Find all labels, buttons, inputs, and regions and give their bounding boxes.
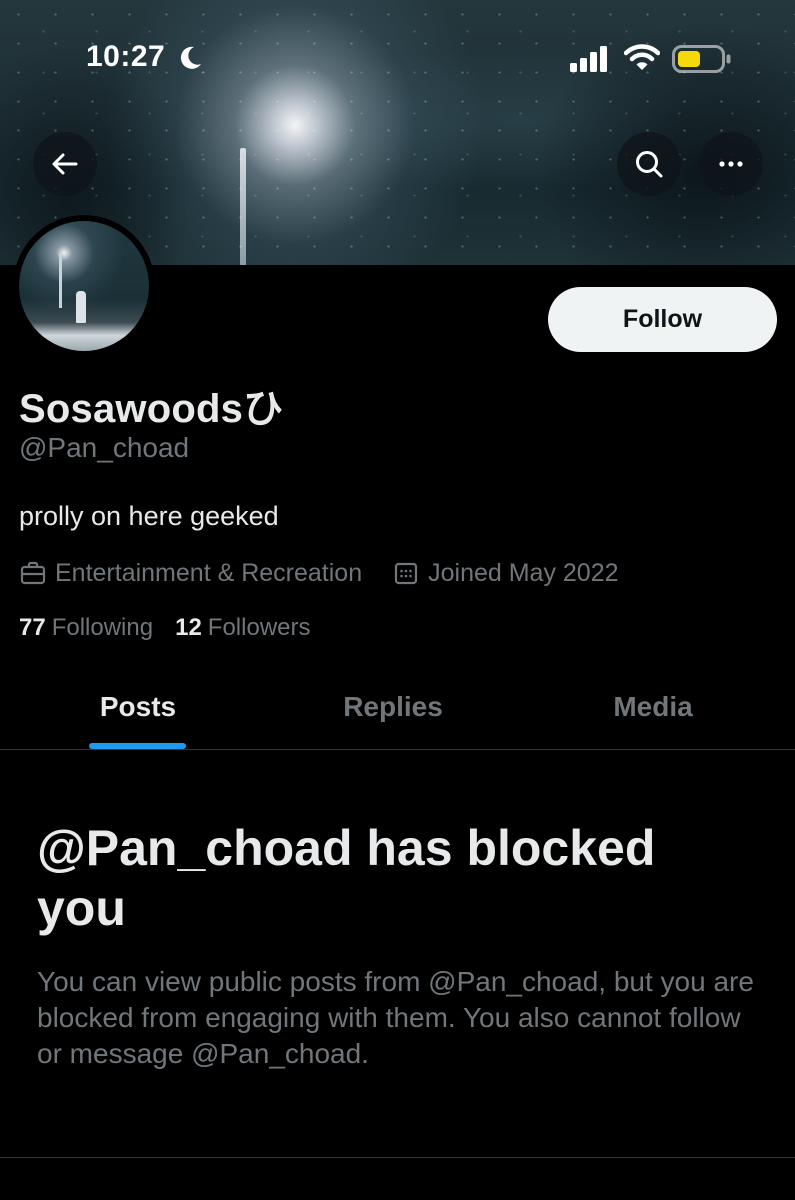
arrow-left-icon	[52, 153, 78, 175]
more-horizontal-icon	[719, 161, 743, 167]
follow-counts: 77 Following 12 Followers	[19, 614, 311, 642]
tab-posts[interactable]: Posts	[60, 664, 216, 749]
moon-icon	[180, 46, 201, 69]
avatar-lamp-post	[59, 253, 62, 308]
blocked-description: You can view public posts from @Pan_choa…	[37, 966, 754, 1069]
followers-link[interactable]: 12 Followers	[175, 614, 310, 642]
status-time: 10:27	[86, 40, 166, 73]
calendar-icon	[395, 562, 418, 585]
following-count: 77	[19, 614, 46, 641]
followers-label: Followers	[207, 614, 311, 641]
active-tab-indicator	[89, 743, 186, 749]
follow-button[interactable]: Follow	[548, 287, 777, 352]
avatar-figure	[76, 291, 86, 323]
display-name: Sosawoodsひ	[19, 387, 284, 431]
joined-label: Joined May 2022	[428, 558, 619, 587]
avatar-image	[19, 221, 149, 351]
briefcase-icon	[20, 561, 46, 585]
followers-count: 12	[175, 614, 202, 641]
profile-tabs: Posts Replies Media	[0, 664, 795, 750]
profile-meta: Entertainment & Recreation Joined May 20…	[19, 557, 619, 589]
profile-handle: @Pan_choad	[19, 432, 190, 463]
following-label: Following	[51, 614, 154, 641]
profile-avatar[interactable]	[13, 215, 155, 357]
profile-joined-date: Joined May 2022	[392, 558, 619, 588]
search-icon	[636, 151, 663, 178]
profile-bio: prolly on here geeked	[19, 501, 279, 531]
category-label: Entertainment & Recreation	[55, 558, 363, 587]
cellular-signal-icon	[570, 46, 607, 72]
profile-category: Entertainment & Recreation	[19, 559, 362, 588]
battery-icon	[672, 45, 731, 73]
back-button[interactable]	[33, 132, 97, 196]
more-options-button[interactable]	[699, 132, 763, 196]
search-button[interactable]	[617, 132, 681, 196]
divider	[0, 1157, 795, 1158]
wifi-icon	[624, 44, 660, 70]
tab-media[interactable]: Media	[560, 664, 746, 749]
following-link[interactable]: 77 Following	[19, 614, 153, 642]
blocked-title: @Pan_choad has blocked you	[37, 820, 656, 936]
tab-replies[interactable]: Replies	[300, 664, 486, 749]
